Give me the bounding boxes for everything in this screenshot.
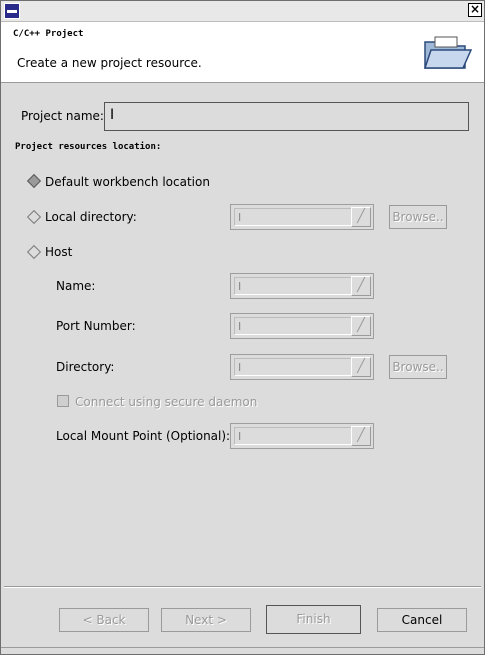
title-bar: ×	[1, 1, 484, 22]
host-name-label: Name:	[56, 279, 96, 293]
browse-local-button[interactable]: Browse..	[389, 205, 447, 229]
host-label[interactable]: Host	[45, 245, 72, 259]
default-location-radio[interactable]	[26, 173, 42, 189]
project-name-input[interactable]: I	[104, 102, 469, 131]
browse-host-button[interactable]: Browse..	[389, 355, 447, 379]
local-directory-label[interactable]: Local directory:	[45, 210, 137, 224]
host-name-combo[interactable]: I ╱	[230, 273, 374, 299]
finish-button[interactable]: Finish	[266, 605, 361, 634]
dropdown-arrow-icon[interactable]: ╱	[351, 276, 371, 296]
dialog-window: × C/C++ Project Create a new project res…	[0, 0, 485, 655]
host-name-field[interactable]: I	[234, 277, 352, 295]
dropdown-arrow-icon[interactable]: ╱	[351, 426, 371, 446]
mount-point-label: Local Mount Point (Optional):	[56, 429, 231, 443]
mount-point-field[interactable]: I	[234, 427, 352, 445]
next-button[interactable]: Next >	[161, 608, 251, 632]
close-button[interactable]: ×	[468, 3, 482, 17]
secure-daemon-label[interactable]: Connect using secure daemon	[75, 395, 257, 409]
wizard-header: C/C++ Project Create a new project resou…	[1, 22, 484, 83]
project-name-label: Project name:	[21, 109, 104, 123]
local-directory-field[interactable]: I	[234, 208, 352, 226]
dropdown-arrow-icon[interactable]: ╱	[351, 316, 371, 336]
dropdown-arrow-icon[interactable]: ╱	[351, 207, 371, 227]
text-cursor-icon: I	[110, 107, 115, 123]
host-directory-field[interactable]: I	[234, 358, 352, 376]
secure-daemon-checkbox[interactable]	[57, 395, 69, 407]
cancel-button[interactable]: Cancel	[377, 608, 467, 632]
dropdown-arrow-icon[interactable]: ╱	[351, 357, 371, 377]
wizard-title: C/C++ Project	[13, 29, 84, 39]
port-number-field[interactable]: I	[234, 317, 352, 335]
local-directory-radio[interactable]	[26, 209, 42, 225]
host-directory-label: Directory:	[56, 360, 115, 374]
host-directory-combo[interactable]: I ╱	[230, 354, 374, 380]
mount-point-combo[interactable]: I ╱	[230, 423, 374, 449]
wizard-description: Create a new project resource.	[17, 56, 202, 70]
section-title: Project resources location:	[15, 142, 162, 152]
port-number-label: Port Number:	[56, 319, 136, 333]
status-strip	[1, 647, 484, 650]
app-icon	[4, 3, 20, 19]
button-separator	[4, 586, 481, 588]
default-location-label[interactable]: Default workbench location	[45, 175, 210, 189]
folder-icon	[423, 36, 473, 69]
host-radio[interactable]	[26, 244, 42, 260]
local-directory-combo[interactable]: I ╱	[230, 204, 374, 230]
back-button[interactable]: < Back	[59, 608, 149, 632]
port-number-combo[interactable]: I ╱	[230, 313, 374, 339]
